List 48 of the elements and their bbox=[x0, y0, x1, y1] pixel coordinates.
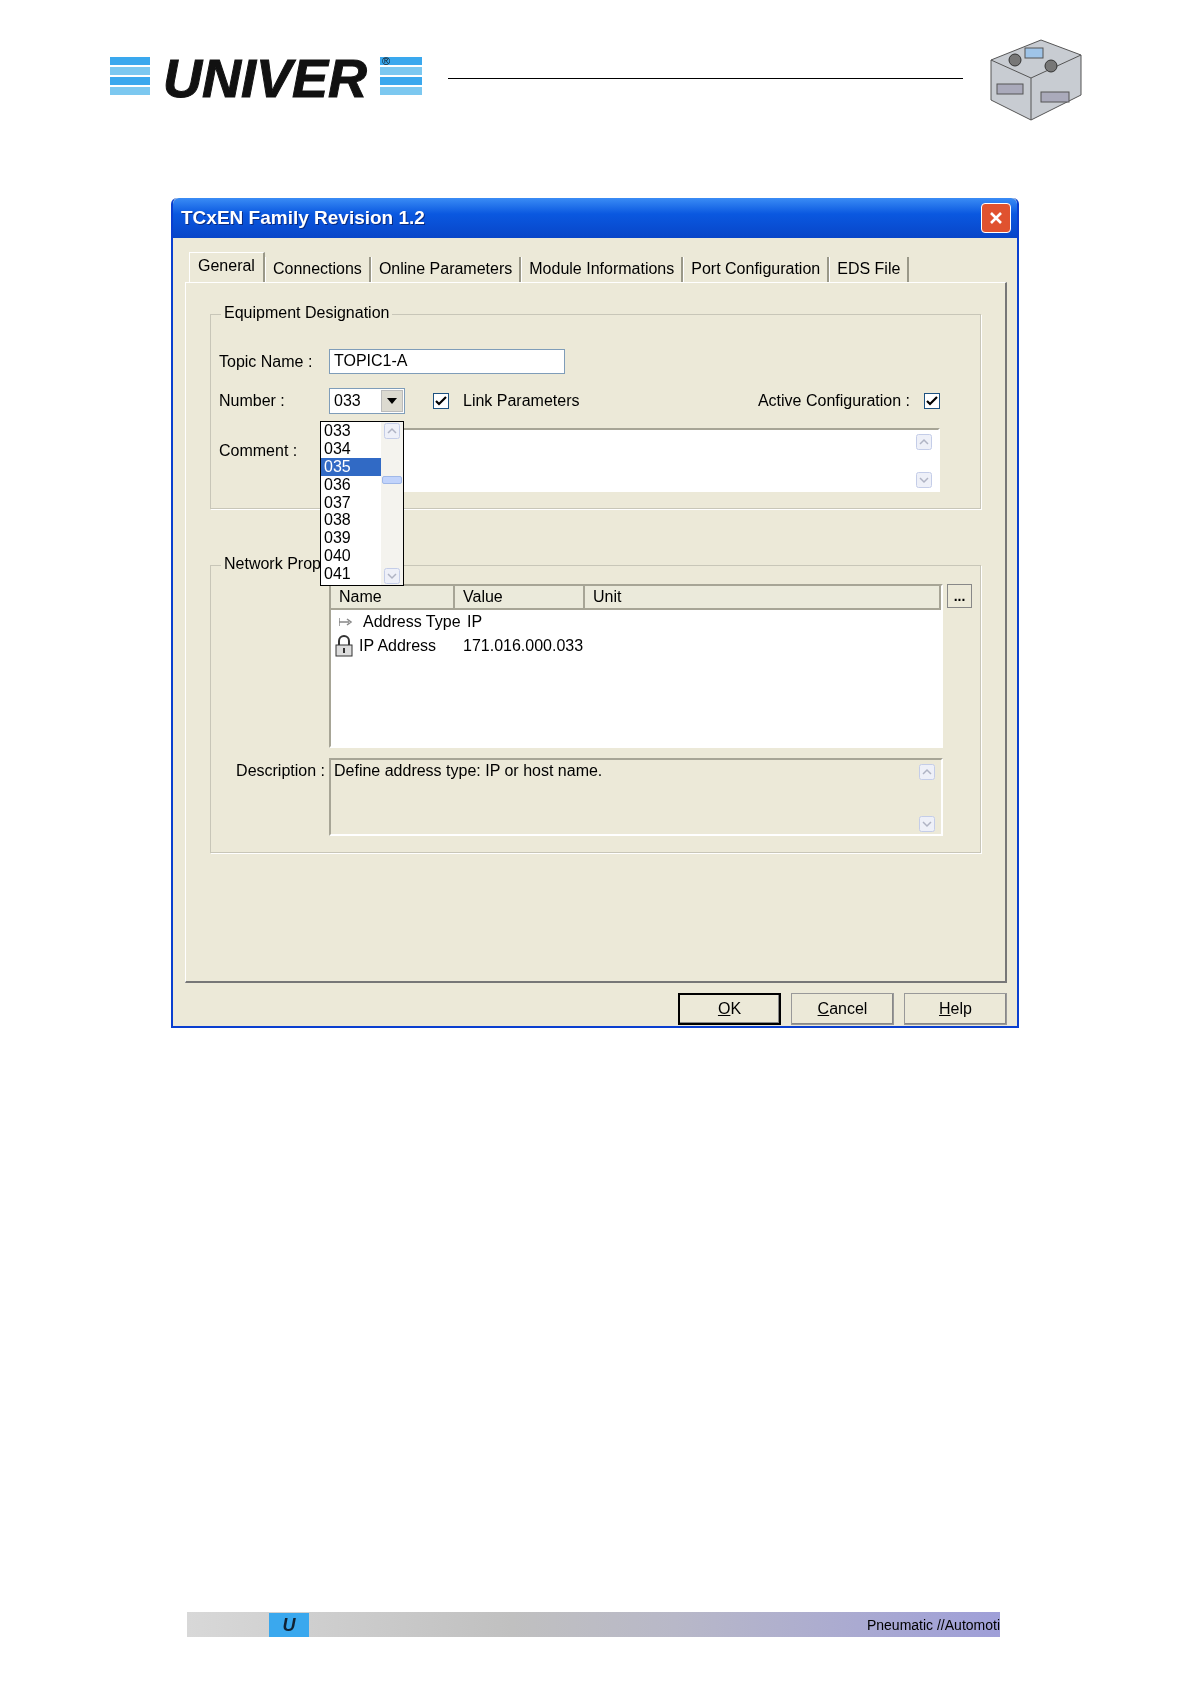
column-header[interactable]: Unit bbox=[585, 586, 941, 610]
more-button[interactable]: ... bbox=[947, 584, 972, 608]
field-label: Number : bbox=[219, 392, 286, 410]
tab[interactable]: Port Configuration bbox=[683, 257, 830, 282]
pointer-icon bbox=[339, 618, 353, 626]
field-label: Description : bbox=[235, 761, 326, 780]
checkbox[interactable] bbox=[433, 393, 449, 409]
tab[interactable]: Online Parameters bbox=[370, 257, 522, 282]
list-option[interactable]: 035 bbox=[321, 457, 381, 476]
dialog-button[interactable]: Cancel bbox=[791, 993, 894, 1025]
column-header[interactable]: Name bbox=[331, 586, 455, 610]
dialog-button[interactable]: OK bbox=[678, 993, 781, 1025]
field-label: Topic Name : bbox=[219, 352, 314, 371]
list-option[interactable]: 038 bbox=[321, 511, 381, 530]
close-icon bbox=[988, 210, 1004, 226]
footer-text: Pneumatic //Automoti bbox=[866, 1616, 1000, 1633]
tab[interactable]: Connections bbox=[264, 257, 371, 282]
number-dropdown[interactable]: 033 bbox=[329, 388, 405, 414]
checkbox[interactable] bbox=[924, 393, 940, 409]
property-value: 171.016.000.033 bbox=[463, 637, 584, 655]
tab[interactable]: Module Informations bbox=[521, 257, 684, 282]
checkbox-label: Link Parameters bbox=[463, 392, 580, 410]
scroll-thumb[interactable] bbox=[382, 476, 402, 484]
property-name: Address Type bbox=[363, 613, 462, 631]
scroll-bar[interactable] bbox=[381, 422, 403, 585]
tab[interactable]: EDS File bbox=[829, 257, 910, 282]
list-option[interactable]: 039 bbox=[321, 529, 381, 548]
close-button[interactable] bbox=[981, 203, 1011, 233]
list-option[interactable]: 037 bbox=[321, 493, 381, 512]
group-legend: Equipment Designation bbox=[221, 304, 393, 322]
list-option[interactable]: 040 bbox=[321, 547, 381, 566]
topic-name-field[interactable]: TOPIC1-A bbox=[329, 349, 565, 374]
property-row[interactable]: Address Type IP bbox=[331, 610, 941, 634]
property-row[interactable]: IP Address 171.016.000.033 bbox=[331, 634, 941, 658]
list-option[interactable]: 033 bbox=[321, 422, 381, 440]
dialog-button[interactable]: Help bbox=[904, 993, 1007, 1025]
property-value: IP bbox=[467, 613, 483, 631]
column-header[interactable]: Value bbox=[455, 586, 585, 610]
list-option[interactable]: 034 bbox=[321, 439, 381, 458]
property-name: IP Address bbox=[359, 637, 438, 655]
footer-logo: U bbox=[269, 1612, 309, 1637]
checkbox-label: Active Configuration : bbox=[757, 392, 910, 410]
lock-icon bbox=[335, 635, 353, 657]
list-option[interactable]: 041 bbox=[321, 565, 381, 583]
description-text: Define address type: IP or host name. bbox=[334, 762, 603, 781]
list-option[interactable]: 036 bbox=[321, 475, 381, 494]
window-title: TCxEN Family Revision 1.2 bbox=[181, 207, 425, 229]
tab[interactable]: General bbox=[189, 252, 265, 283]
